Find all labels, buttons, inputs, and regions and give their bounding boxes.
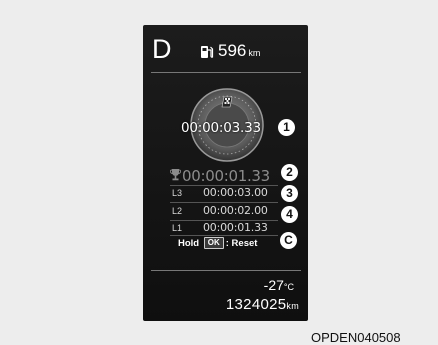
- callout-4: 4: [281, 206, 298, 223]
- best-lap-time: 00:00:01.33: [182, 167, 270, 185]
- bottom-divider: [151, 270, 301, 271]
- lap-3-label: L3: [172, 188, 183, 198]
- hold-label: Hold: [178, 238, 200, 249]
- odometer-value: 1324025: [225, 296, 287, 313]
- callout-2: 2: [281, 164, 298, 181]
- ok-button[interactable]: OK: [203, 237, 224, 249]
- lap-divider: [170, 235, 278, 236]
- temperature-value: -27: [263, 277, 284, 293]
- lap-divider: [170, 202, 278, 203]
- instrument-cluster-display: D 596 km 00:00:03.33 1 00:00:01.33 2 L3 …: [143, 25, 308, 321]
- callout-1: 1: [278, 119, 295, 136]
- fuel-pump-icon: [201, 46, 214, 58]
- lap-2-label: L2: [172, 206, 183, 216]
- lap-1-time: 00:00:01.33: [203, 221, 268, 234]
- lap-1-label: L1: [172, 223, 183, 233]
- figure-code: OPDEN040508: [311, 330, 401, 345]
- trophy-icon: [170, 169, 181, 181]
- callout-3: 3: [281, 185, 298, 202]
- temperature-unit: °C: [283, 282, 294, 292]
- odometer: 1324025km: [226, 296, 299, 313]
- lap-3-time: 00:00:03.00: [203, 186, 268, 199]
- range-value: 596: [218, 41, 247, 60]
- lap-2-time: 00:00:02.00: [203, 204, 268, 217]
- current-lap-time: 00:00:03.33: [181, 120, 261, 136]
- gear-indicator: D: [152, 34, 172, 64]
- reset-instruction: Hold OK: Reset: [178, 237, 257, 249]
- driving-range: 596 km: [218, 42, 260, 59]
- callout-c: C: [280, 232, 297, 249]
- odometer-unit: km: [286, 301, 299, 311]
- outside-temperature: -27°C: [264, 277, 294, 293]
- reset-label: : Reset: [225, 238, 258, 249]
- range-unit: km: [248, 48, 261, 58]
- top-divider: [151, 72, 301, 73]
